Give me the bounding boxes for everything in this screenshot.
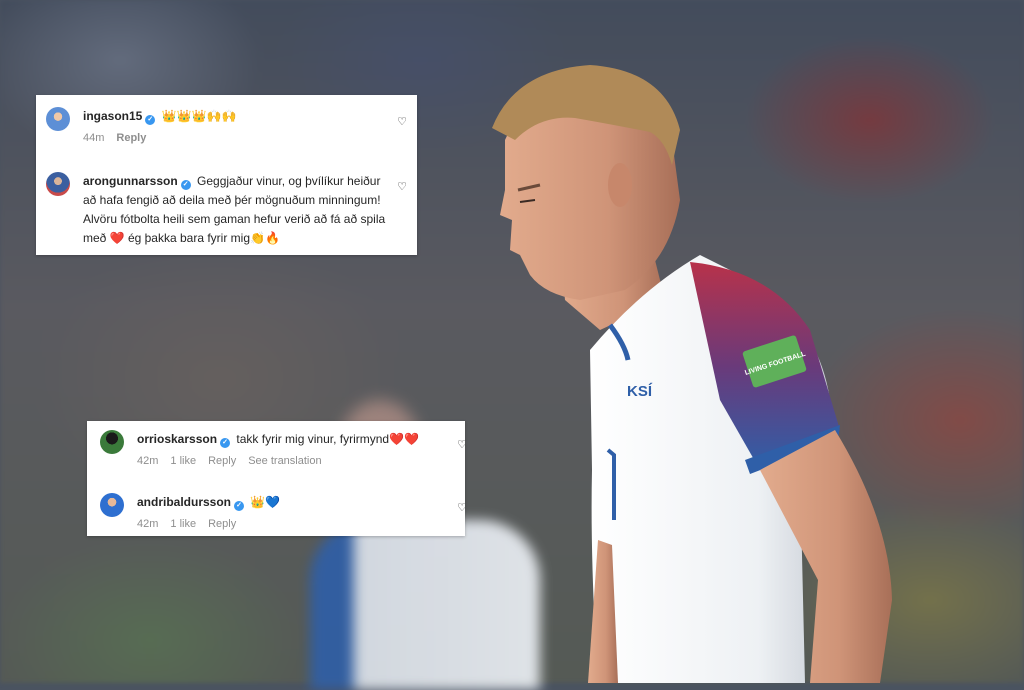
verified-badge-icon: ✓ (234, 501, 245, 511)
comment-time: 42m (137, 455, 159, 467)
reply-button[interactable]: Reply (208, 515, 236, 534)
like-count[interactable]: 1 like (170, 515, 196, 534)
avatar[interactable] (46, 107, 70, 131)
comment-time: 42m (137, 518, 159, 530)
comment-card-top: ingason15 ✓ 👑👑👑🙌🙌 44m Reply ♡ arongunnars… (36, 95, 417, 255)
comment-item: arongunnarsson ✓ Geggjaður vinur, og þvíl… (46, 172, 391, 248)
verified-badge-icon: ✓ (220, 438, 231, 448)
comment-username[interactable]: andribaldursson (137, 495, 231, 509)
see-translation-button[interactable]: See translation (248, 452, 321, 471)
comment-username[interactable]: arongunnarsson (83, 174, 178, 188)
avatar[interactable] (100, 493, 124, 517)
comment-card-bottom: orrioskarsson ✓ takk fyrir mig vinur, fyr… (87, 421, 465, 536)
comment-username[interactable]: ingason15 (83, 109, 142, 123)
heart-icon[interactable]: ♡ (457, 438, 465, 451)
heart-icon[interactable]: ♡ (457, 501, 465, 514)
comment-text: 👑💙 (250, 495, 281, 509)
avatar[interactable] (46, 172, 70, 196)
heart-icon[interactable]: ♡ (397, 180, 407, 193)
heart-icon[interactable]: ♡ (397, 115, 407, 128)
comment-time: 44m (83, 132, 105, 144)
reply-button[interactable]: Reply (116, 129, 146, 148)
comment-username[interactable]: orrioskarsson (137, 432, 217, 446)
jersey-crest: KSÍ (627, 383, 653, 400)
comment-item: andribaldursson ✓ 👑💙 42m 1 like Reply (100, 493, 280, 534)
avatar[interactable] (100, 430, 124, 454)
like-count[interactable]: 1 like (170, 452, 196, 471)
comment-item: orrioskarsson ✓ takk fyrir mig vinur, fyr… (100, 430, 419, 471)
comment-text: 👑👑👑🙌🙌 (161, 109, 237, 123)
reply-button[interactable]: Reply (208, 452, 236, 471)
verified-badge-icon: ✓ (145, 115, 156, 125)
verified-badge-icon: ✓ (180, 180, 191, 190)
comment-item: ingason15 ✓ 👑👑👑🙌🙌 44m Reply (46, 107, 236, 148)
comment-text: takk fyrir mig vinur, fyrirmynd❤️❤️ (236, 432, 419, 446)
